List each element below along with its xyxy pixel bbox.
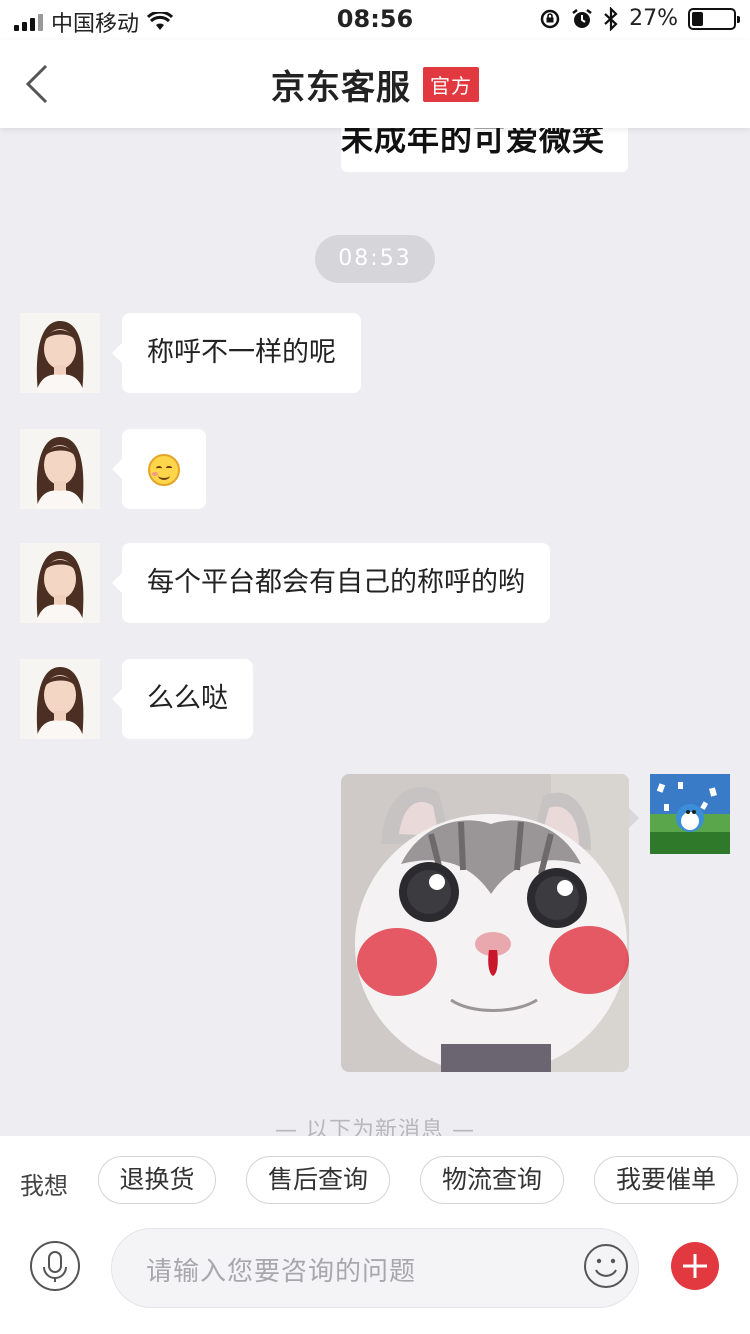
- microphone-icon: [43, 1251, 67, 1282]
- plus-icon: [683, 1254, 707, 1278]
- smile-emoji-icon: [148, 453, 180, 486]
- message-bubble[interactable]: [112, 429, 206, 509]
- quick-actions-bar: 我想 退换货 售后查询 物流查询 我要催单: [0, 1136, 750, 1228]
- voice-button[interactable]: [30, 1241, 80, 1291]
- battery-fill: [692, 11, 703, 26]
- quick-chip-after-sales[interactable]: 售后查询: [246, 1156, 390, 1204]
- page-title: 京东客服 官方: [0, 60, 750, 109]
- chat-area[interactable]: 未成年的可爱微笑 08:53 称呼不一样的呢 每个平台都会有自己的称呼的哟 么么…: [0, 128, 750, 1136]
- message-input[interactable]: 请输入您要咨询的问题: [111, 1228, 639, 1308]
- message-text: 称呼不一样的呢: [147, 337, 336, 368]
- quick-chip-urge-order[interactable]: 我要催单: [594, 1156, 738, 1204]
- message-bubble[interactable]: 称呼不一样的呢: [112, 313, 361, 393]
- previous-image-message[interactable]: 未成年的可爱微笑: [341, 128, 628, 172]
- agent-avatar[interactable]: [20, 543, 100, 623]
- cat-sticker-illustration: [341, 774, 629, 1072]
- page-title-text: 京东客服: [271, 68, 411, 108]
- agent-avatar-image: [20, 659, 100, 739]
- agent-avatar-image: [20, 313, 100, 393]
- status-right: 27%: [539, 6, 740, 31]
- message-input-placeholder: 请输入您要咨询的问题: [146, 1257, 417, 1287]
- agent-avatar-image: [20, 429, 100, 509]
- bluetooth-icon: [604, 6, 618, 31]
- input-bar: 请输入您要咨询的问题: [0, 1228, 750, 1334]
- sticker-bubble-arrow: [629, 808, 639, 828]
- message-bubble[interactable]: 么么哒: [112, 659, 253, 739]
- message-text: 么么哒: [147, 683, 228, 714]
- official-badge: 官方: [423, 67, 479, 102]
- emoji-button[interactable]: [582, 1242, 630, 1290]
- agent-avatar-image: [20, 543, 100, 623]
- user-avatar[interactable]: [650, 774, 730, 854]
- quick-actions-label: 我想: [20, 1172, 68, 1200]
- sent-sticker-image[interactable]: [341, 774, 629, 1072]
- nav-bar: 京东客服 官方: [0, 40, 750, 128]
- battery-icon: [688, 7, 740, 30]
- agent-avatar[interactable]: [20, 313, 100, 393]
- user-avatar-image: [650, 774, 730, 854]
- alarm-icon: [572, 8, 592, 28]
- status-bar: 中国移动 08:56 27%: [0, 0, 750, 40]
- message-bubble[interactable]: 每个平台都会有自己的称呼的哟: [112, 543, 550, 623]
- smiley-icon: [584, 1244, 628, 1288]
- agent-avatar[interactable]: [20, 429, 100, 509]
- agent-avatar[interactable]: [20, 659, 100, 739]
- battery-percent: 27%: [629, 6, 678, 31]
- message-text: 每个平台都会有自己的称呼的哟: [147, 567, 525, 598]
- more-button[interactable]: [671, 1242, 719, 1290]
- quick-chip-logistics[interactable]: 物流查询: [420, 1156, 564, 1204]
- previous-image-caption: 未成年的可爱微笑: [341, 128, 606, 158]
- new-messages-divider: — 以下为新消息 —: [275, 1118, 475, 1136]
- time-divider: 08:53: [315, 235, 435, 283]
- rotation-lock-icon: [540, 9, 560, 28]
- quick-chip-return-exchange[interactable]: 退换货: [98, 1156, 216, 1204]
